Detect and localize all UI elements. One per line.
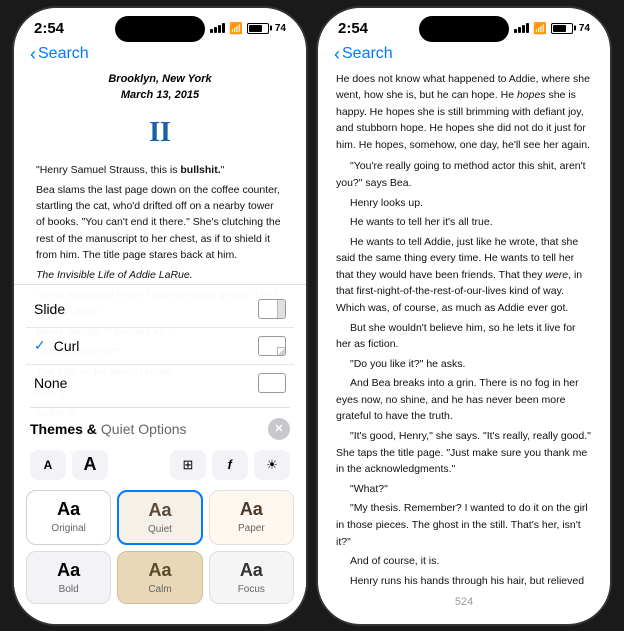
none-option[interactable]: None: [26, 367, 294, 399]
r-para-13: Henry runs his hands through his hair, b…: [336, 573, 592, 588]
curl-row-content: ✓ Curl: [34, 337, 79, 354]
battery-left: [247, 23, 269, 34]
r-para-3: Henry looks up.: [336, 195, 592, 212]
slide-option[interactable]: Slide: [26, 293, 294, 325]
para-2: Bea slams the last page down on the coff…: [36, 182, 284, 263]
time-left: 2:54: [34, 20, 64, 37]
r-para-11: "My thesis. Remember? I wanted to do it …: [336, 500, 592, 550]
phone-right: 2:54 📶 74: [316, 6, 612, 626]
none-icon: [258, 373, 286, 393]
r-para-7: "Do you like it?" he asks.: [336, 356, 592, 373]
r-para-8: And Bea breaks into a grin. There is no …: [336, 375, 592, 425]
font-small-button[interactable]: A: [30, 450, 66, 480]
r-para-6: But she wouldn't believe him, so he lets…: [336, 320, 592, 353]
para-1: "Henry Samuel Strauss, this is bullshit.…: [36, 162, 284, 178]
back-label-right: Search: [342, 45, 393, 63]
themes-title: Themes &: [30, 421, 97, 437]
font-family-button[interactable]: 𝒇: [212, 450, 248, 480]
font-size-controls: A A: [30, 450, 108, 480]
theme-original[interactable]: Aa Original: [26, 490, 111, 545]
theme-focus-label: Focus: [238, 584, 265, 595]
r-para-1: He does not know what happened to Addie,…: [336, 71, 592, 154]
book-header-left: Brooklyn, New York March 13, 2015: [36, 71, 284, 104]
theme-original-preview: Aa: [57, 499, 80, 520]
back-chevron-right: ‹: [334, 45, 340, 63]
text-controls: ⊞ 𝒇 ☀: [170, 450, 290, 480]
curl-option[interactable]: ✓ Curl: [26, 330, 294, 362]
divider-1: [26, 327, 294, 328]
brightness-button[interactable]: ☀: [254, 450, 290, 480]
status-icons-right: 📶 74: [514, 22, 590, 35]
slide-label: Slide: [34, 301, 65, 317]
theme-paper-label: Paper: [238, 523, 265, 534]
r-para-2: "You're really going to method actor thi…: [336, 158, 592, 191]
status-icons-left: 📶 74: [210, 22, 286, 35]
back-label-left: Search: [38, 45, 89, 63]
theme-focus-preview: Aa: [240, 560, 263, 581]
wifi-icon-right: 📶: [533, 22, 547, 35]
font-controls-row: A A ⊞ 𝒇 ☀: [14, 446, 306, 486]
battery-right: [551, 23, 573, 34]
checkmark-icon: ✓: [34, 337, 46, 354]
theme-bold[interactable]: Aa Bold: [26, 551, 111, 604]
theme-original-label: Original: [51, 523, 85, 534]
theme-paper[interactable]: Aa Paper: [209, 490, 294, 545]
none-label: None: [34, 375, 67, 391]
theme-calm-preview: Aa: [148, 560, 171, 581]
theme-bold-preview: Aa: [57, 560, 80, 581]
close-button[interactable]: ✕: [268, 418, 290, 440]
theme-quiet-preview: Aa: [148, 500, 171, 521]
nav-bar-left: ‹ Search: [14, 41, 306, 71]
theme-bold-label: Bold: [59, 584, 79, 595]
r-para-9: "It's good, Henry," she says. "It's real…: [336, 428, 592, 478]
r-para-10: "What?": [336, 481, 592, 498]
back-button-right[interactable]: ‹ Search: [334, 45, 393, 63]
r-para-12: And of course, it is.: [336, 553, 592, 570]
panel-divider: [30, 407, 290, 408]
r-para-5: He wants to tell Addie, just like he wro…: [336, 234, 592, 317]
back-button-left[interactable]: ‹ Search: [30, 45, 89, 63]
theme-calm[interactable]: Aa Calm: [117, 551, 202, 604]
theme-paper-preview: Aa: [240, 499, 263, 520]
theme-calm-label: Calm: [148, 584, 171, 595]
book-location-line2: March 13, 2015: [36, 87, 284, 104]
r-para-4: He wants to tell her it's all true.: [336, 214, 592, 231]
slide-icon: [258, 299, 286, 319]
book-location-line1: Brooklyn, New York: [36, 71, 284, 88]
time-right: 2:54: [338, 20, 368, 37]
para-3: The Invisible Life of Addie LaRue.: [36, 267, 284, 283]
divider-2: [26, 364, 294, 365]
dynamic-island-right: [419, 16, 509, 42]
signal-icon-left: [210, 23, 225, 33]
dynamic-island-left: [115, 16, 205, 42]
quiet-options-label: Quiet Options: [101, 421, 187, 437]
font-large-button[interactable]: A: [72, 450, 108, 480]
page-number: 524: [318, 588, 610, 624]
curl-icon: [258, 336, 286, 356]
theme-focus[interactable]: Aa Focus: [209, 551, 294, 604]
chapter-number: II: [36, 112, 284, 154]
phone-left: 2:54 📶 74: [12, 6, 308, 626]
curl-label: Curl: [54, 338, 80, 354]
theme-grid: Aa Original Aa Quiet Aa Paper: [14, 486, 306, 616]
themes-header-row: Themes & Quiet Options ✕: [14, 412, 306, 446]
status-bar-left: 2:54 📶 74: [14, 8, 306, 41]
columns-button[interactable]: ⊞: [170, 450, 206, 480]
wifi-icon-left: 📶: [229, 22, 243, 35]
theme-quiet[interactable]: Aa Quiet: [117, 490, 202, 545]
status-bar-right: 2:54 📶 74: [318, 8, 610, 41]
themes-title-group: Themes & Quiet Options: [30, 421, 187, 437]
nav-bar-right: ‹ Search: [318, 41, 610, 71]
battery-text-right: 74: [579, 23, 590, 34]
book-content-right: He does not know what happened to Addie,…: [318, 71, 610, 588]
signal-icon-right: [514, 23, 529, 33]
battery-text-left: 74: [275, 23, 286, 34]
theme-quiet-label: Quiet: [148, 524, 172, 535]
bottom-panel: Slide ✓ Curl: [14, 284, 306, 624]
back-chevron-left: ‹: [30, 45, 36, 63]
page-turn-section: Slide ✓ Curl: [14, 293, 306, 403]
